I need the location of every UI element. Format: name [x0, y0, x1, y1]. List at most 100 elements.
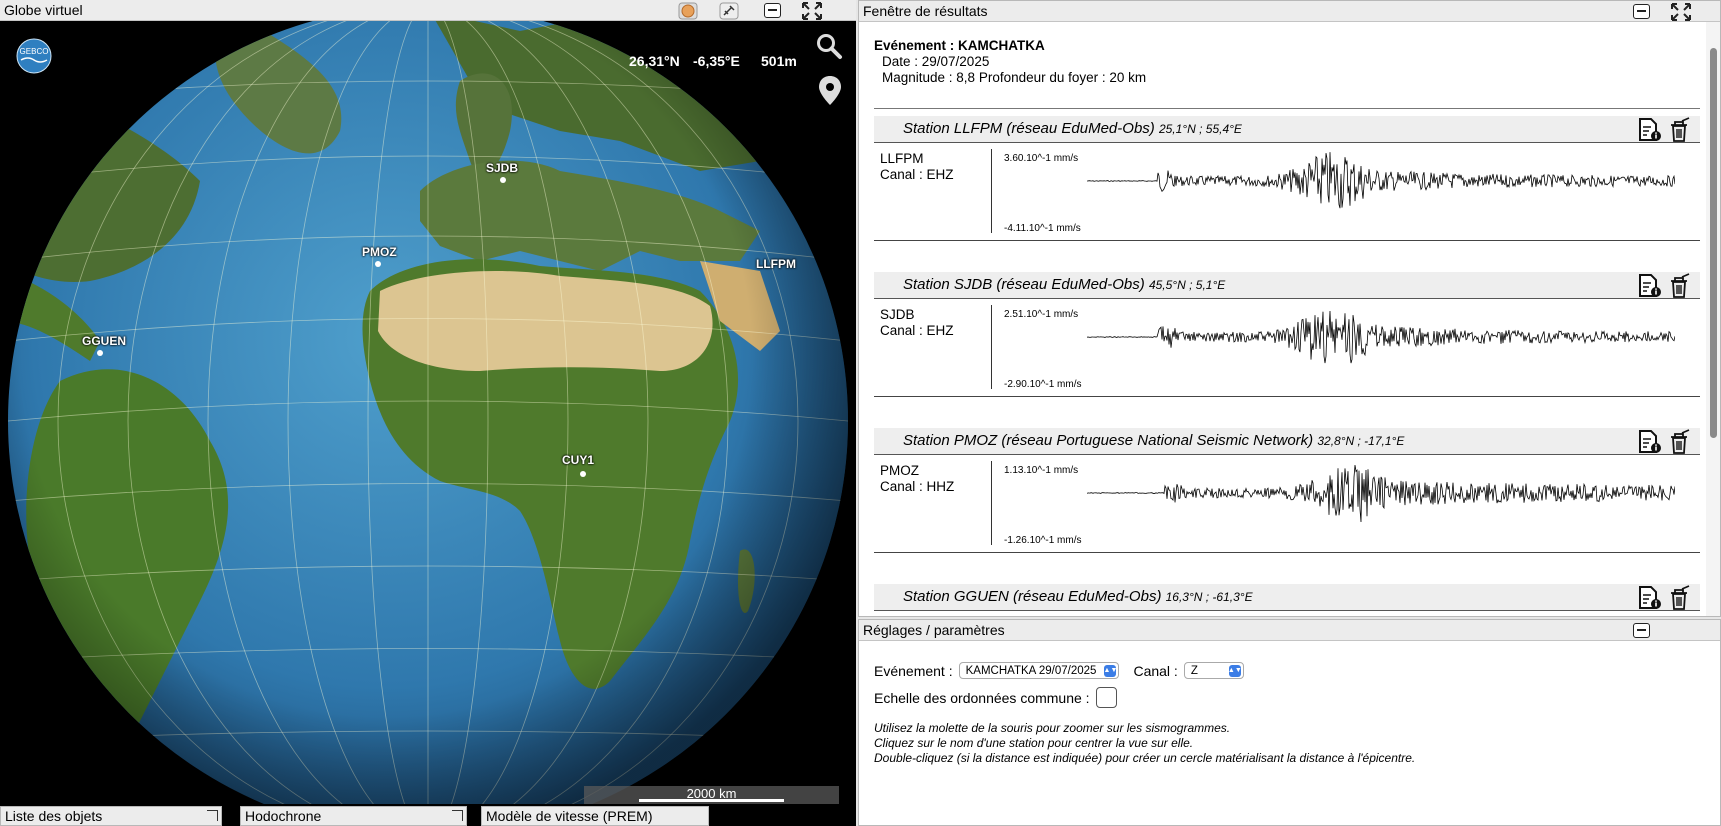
- select-arrows-icon: ▲▼: [1104, 664, 1117, 677]
- results-content[interactable]: Evénement : KAMCHATKA Date : 29/07/2025 …: [859, 22, 1706, 616]
- gebco-logo: GEBCO: [16, 38, 52, 74]
- station-coords: 16,3°N ; -61,3°E: [1165, 590, 1253, 604]
- tab-velocity-model[interactable]: Modèle de vitesse (PREM): [481, 806, 709, 826]
- expand-icon: [1671, 2, 1691, 21]
- common-scale-label: Echelle des ordonnées commune :: [874, 689, 1090, 706]
- tab-objects-label: Liste des objets: [5, 808, 103, 824]
- waveform: [1087, 464, 1675, 523]
- results-scrollbar[interactable]: [1706, 22, 1720, 616]
- trace-axis: [991, 461, 992, 545]
- event-title: Evénement : KAMCHATKA: [874, 38, 1045, 53]
- seismogram-sjdb[interactable]: SJDB Canal : EHZ 2.51.10^-1 mm/s -2.90.1…: [874, 299, 1700, 397]
- minimize-icon: [763, 3, 781, 18]
- waveform: [1087, 152, 1675, 209]
- satellite-button[interactable]: [717, 1, 741, 20]
- trace-axis: [991, 149, 992, 233]
- settings-panel: Réglages / paramètres Evénement : KAMCHA…: [858, 619, 1721, 826]
- amp-max: 1.13.10^-1 mm/s: [1004, 465, 1079, 476]
- station-label-cuy1[interactable]: CUY1: [562, 453, 594, 467]
- waveform: [1087, 310, 1675, 364]
- station-marker-sjdb[interactable]: [500, 177, 506, 183]
- info-document-icon[interactable]: [1636, 429, 1662, 455]
- station-label-sjdb[interactable]: SJDB: [486, 161, 518, 175]
- latitude-readout: 26,31°N: [629, 53, 680, 69]
- trash-icon[interactable]: [1666, 273, 1692, 299]
- info-document-icon[interactable]: [1636, 117, 1662, 143]
- common-scale-checkbox[interactable]: [1095, 687, 1117, 708]
- event-details: Magnitude : 8,8 Profondeur du foyer : 20…: [882, 70, 1147, 85]
- amp-max: 3.60.10^-1 mm/s: [1004, 153, 1079, 164]
- scale-bar: 2000 km: [584, 786, 839, 804]
- station-header-sjdb: Station SJDB (réseau EduMed-Obs) 45,5°N …: [874, 272, 1700, 299]
- channel-select[interactable]: Z ▲▼: [1183, 662, 1244, 679]
- help-line: Double-cliquez (si la distance est indiq…: [874, 751, 1416, 765]
- expand-icon: [802, 1, 822, 20]
- station-header-pmoz: Station PMOZ (réseau Portuguese National…: [874, 428, 1700, 455]
- divider: [874, 108, 1700, 109]
- minimize-icon: [1632, 623, 1650, 638]
- event-select[interactable]: KAMCHATKA 29/07/2025 ▲▼: [958, 662, 1120, 679]
- trace-channel: Canal : HHZ: [880, 479, 955, 494]
- settings-titlebar: Réglages / paramètres: [859, 620, 1720, 641]
- station-marker-gguen[interactable]: [97, 350, 103, 356]
- tab-hodochrone[interactable]: Hodochrone: [240, 806, 467, 826]
- results-expand-button[interactable]: [1669, 2, 1693, 21]
- trace-label: LLFPM Canal : EHZ: [880, 151, 954, 183]
- scrollbar-thumb[interactable]: [1710, 48, 1717, 438]
- tab-expand-icon[interactable]: [207, 810, 218, 821]
- results-panel: Fenêtre de résultats Evénement : KAMCHAT…: [858, 0, 1721, 617]
- seismogram-pmoz[interactable]: PMOZ Canal : HHZ 1.13.10^-1 mm/s -1.26.1…: [874, 455, 1700, 553]
- station-coords: 25,1°N ; 55,4°E: [1158, 122, 1242, 136]
- layer-toggle-button[interactable]: [676, 1, 700, 20]
- satellite-icon: [719, 2, 739, 19]
- info-document-icon[interactable]: [1636, 585, 1662, 611]
- trash-icon[interactable]: [1666, 117, 1692, 143]
- location-pin-icon[interactable]: [818, 75, 842, 107]
- station-title-llfpm[interactable]: Station LLFPM (réseau EduMed-Obs) 25,1°N…: [903, 120, 1242, 137]
- station-header-gguen: Station GGUEN (réseau EduMed-Obs) 16,3°N…: [874, 584, 1700, 611]
- amp-min: -1.26.10^-1 mm/s: [1004, 535, 1082, 546]
- trace-label: PMOZ Canal : HHZ: [880, 463, 954, 495]
- station-marker-cuy1[interactable]: [580, 471, 586, 477]
- info-document-icon[interactable]: [1636, 273, 1662, 299]
- trace-channel: Canal : EHZ: [880, 323, 954, 338]
- tab-velocity-label: Modèle de vitesse (PREM): [486, 808, 653, 824]
- station-label-pmoz[interactable]: PMOZ: [362, 245, 397, 259]
- channel-select-label: Canal :: [1133, 662, 1178, 679]
- globe-panel: Globe virtuel GEBCO 26,31°N -6,35°E 501m…: [0, 0, 856, 826]
- trace-station-code: PMOZ: [880, 463, 919, 478]
- station-marker-pmoz[interactable]: [375, 261, 381, 267]
- select-arrows-icon: ▲▼: [1228, 664, 1242, 677]
- trash-icon[interactable]: [1666, 585, 1692, 611]
- tab-hodochrone-label: Hodochrone: [245, 808, 322, 824]
- help-line: Cliquez sur le nom d'une station pour ce…: [874, 736, 1194, 750]
- globe-title: Globe virtuel: [4, 2, 83, 18]
- station-coords: 32,8°N ; -17,1°E: [1317, 434, 1405, 448]
- amp-min: -2.90.10^-1 mm/s: [1004, 379, 1082, 390]
- search-icon[interactable]: [815, 32, 843, 60]
- globe-titlebar: Globe virtuel: [0, 0, 856, 21]
- event-info: Evénement : KAMCHATKA Date : 29/07/2025 …: [874, 38, 1146, 86]
- globe-expand-button[interactable]: [800, 1, 824, 20]
- help-text: Utilisez la molette de la souris pour zo…: [874, 721, 1415, 766]
- channel-select-value: Z: [1190, 664, 1198, 677]
- tab-expand-icon[interactable]: [452, 810, 463, 821]
- tab-objects-list[interactable]: Liste des objets: [0, 806, 222, 826]
- trash-icon[interactable]: [1666, 429, 1692, 455]
- trace-station-code: SJDB: [880, 307, 915, 322]
- station-title-sjdb[interactable]: Station SJDB (réseau EduMed-Obs) 45,5°N …: [903, 276, 1225, 293]
- gebco-logo-text: GEBCO: [20, 47, 49, 56]
- globe-minimize-button[interactable]: [760, 1, 784, 20]
- trace-axis: [991, 305, 992, 389]
- station-label-gguen[interactable]: GGUEN: [82, 334, 126, 348]
- globe-map[interactable]: [0, 21, 856, 804]
- settings-minimize-button[interactable]: [1629, 621, 1653, 640]
- globe-view[interactable]: GEBCO 26,31°N -6,35°E 501m SJDB PMOZ LLF…: [0, 21, 856, 804]
- station-title-gguen[interactable]: Station GGUEN (réseau EduMed-Obs) 16,3°N…: [903, 588, 1253, 605]
- event-select-label: Evénement :: [874, 662, 953, 679]
- help-line: Utilisez la molette de la souris pour zo…: [874, 721, 1231, 735]
- results-minimize-button[interactable]: [1629, 2, 1653, 21]
- seismogram-llfpm[interactable]: LLFPM Canal : EHZ 3.60.10^-1 mm/s -4.11.…: [874, 143, 1700, 241]
- station-label-llfpm[interactable]: LLFPM: [756, 257, 796, 271]
- station-title-pmoz[interactable]: Station PMOZ (réseau Portuguese National…: [903, 432, 1404, 449]
